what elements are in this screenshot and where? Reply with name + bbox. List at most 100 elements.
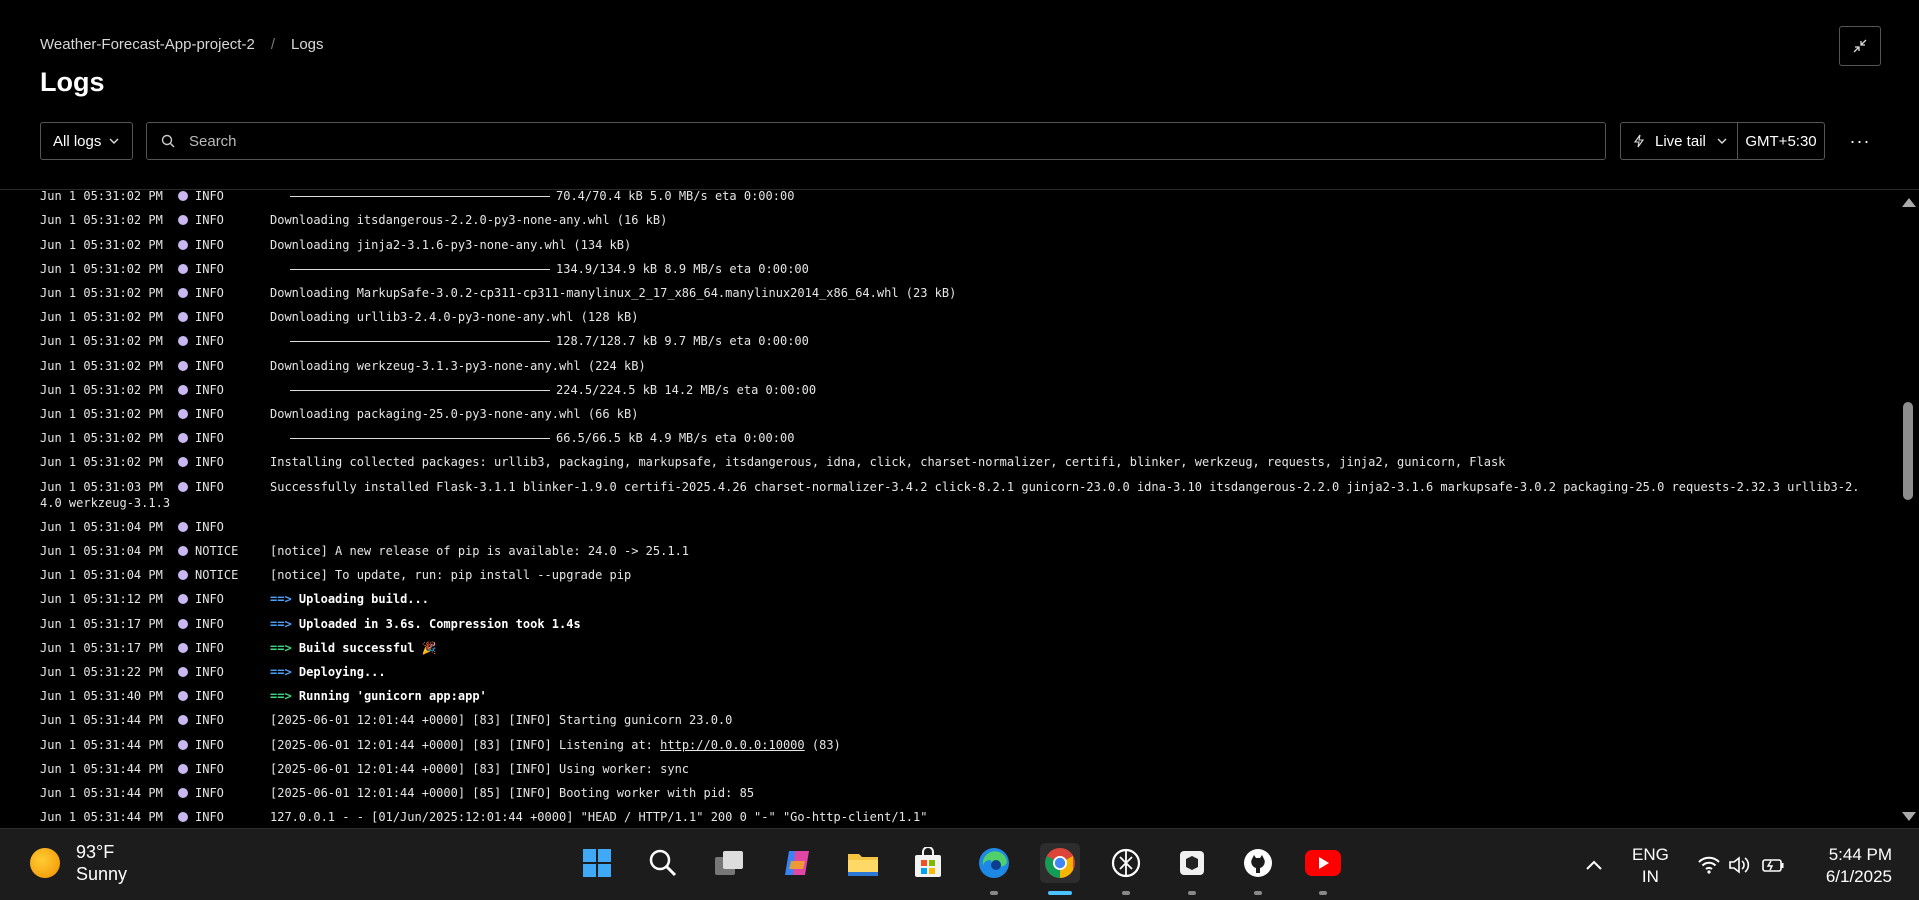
log-row[interactable]: Jun 1 05:31:02 PM INFO Downloading werkzeu…: [0, 355, 1895, 379]
log-timestamp: Jun 1 05:31:12 PM: [40, 592, 163, 607]
search-input[interactable]: [187, 131, 1591, 151]
log-message: [2025-06-01 12:01:44 +0000] [85] [INFO] …: [270, 786, 755, 800]
log-level: INFO: [195, 713, 224, 728]
log-row[interactable]: Jun 1 05:31:02 PM INFO Downloading packagi…: [0, 403, 1895, 427]
log-level: INFO: [195, 519, 224, 534]
log-row[interactable]: Jun 1 05:31:02 PM INFO Installing collecte…: [0, 451, 1895, 475]
info-icon: [178, 239, 188, 250]
log-timestamp: Jun 1 05:31:04 PM: [40, 568, 163, 583]
log-row[interactable]: Jun 1 05:31:17 PM INFO ==> Build successfu…: [0, 637, 1895, 661]
log-row[interactable]: Jun 1 05:31:40 PM INFO ==> Running 'gunico…: [0, 685, 1895, 709]
live-tail-label: Live tail: [1655, 132, 1706, 150]
show-hidden-icons-button[interactable]: [1585, 829, 1603, 900]
log-filter-dropdown[interactable]: All logs: [40, 122, 133, 160]
breadcrumb: Weather-Forecast-App-project-2 / Logs: [40, 36, 324, 53]
log-row[interactable]: Jun 1 05:31:02 PM INFO 128.7/128.7 kB 9.7 …: [0, 330, 1895, 354]
log-link[interactable]: http://0.0.0.0:10000: [660, 738, 805, 752]
log-row[interactable]: Jun 1 05:31:02 PM INFO Downloading jinja2-…: [0, 234, 1895, 258]
scroll-down-icon[interactable]: [1902, 812, 1916, 821]
task-view-icon[interactable]: [709, 843, 749, 883]
log-level: INFO: [195, 358, 224, 373]
file-explorer-icon[interactable]: [843, 843, 883, 883]
log-row[interactable]: Jun 1 05:31:44 PM INFO [2025-06-01 12:01:4…: [0, 758, 1895, 782]
wifi-icon[interactable]: [1697, 829, 1721, 900]
app-box-icon[interactable]: [1172, 843, 1212, 883]
github-icon[interactable]: [1238, 843, 1278, 883]
log-level: INFO: [195, 407, 224, 421]
log-row[interactable]: Jun 1 05:31:02 PM INFO Downloading itsdang…: [0, 209, 1895, 233]
log-message: [notice] To update, run: pip install --u…: [270, 568, 632, 583]
log-row[interactable]: Jun 1 05:31:04 PM NOTICE [notice] A new re…: [0, 540, 1895, 564]
live-tail-dropdown[interactable]: Live tail: [1621, 123, 1738, 159]
log-timestamp: Jun 1 05:31:02 PM: [40, 431, 163, 446]
scrollbar-thumb[interactable]: [1903, 402, 1913, 500]
battery-icon[interactable]: [1760, 829, 1786, 900]
log-row[interactable]: Jun 1 05:31:44 PM INFO [2025-06-01 12:01:4…: [0, 782, 1895, 806]
log-message: [2025-06-01 12:01:44 +0000] [83] [INFO] …: [270, 738, 841, 752]
info-icon: [178, 481, 188, 492]
system-clock[interactable]: 5:44 PM 6/1/2025: [1806, 844, 1892, 888]
log-row[interactable]: Jun 1 05:31:12 PM INFO ==> Uploading build…: [0, 588, 1895, 612]
log-row[interactable]: Jun 1 05:31:02 PM INFO 134.9/134.9 kB 8.9 …: [0, 258, 1895, 282]
info-icon: [178, 215, 188, 226]
deploy-status-text: Deploying...: [298, 665, 386, 679]
timezone-button[interactable]: GMT+5:30: [1738, 133, 1824, 150]
microsoft-store-icon[interactable]: [908, 843, 948, 883]
log-row[interactable]: Jun 1 05:31:02 PM INFO 66.5/66.5 kB 4.9 MB…: [0, 427, 1895, 451]
copilot-icon[interactable]: [777, 843, 817, 883]
log-message: ==> Uploading build...: [270, 592, 429, 606]
log-timestamp: Jun 1 05:31:40 PM: [40, 689, 163, 704]
log-row[interactable]: Jun 1 05:31:22 PM INFO ==> Deploying...: [0, 661, 1895, 685]
breadcrumb-project-link[interactable]: Weather-Forecast-App-project-2: [40, 36, 255, 53]
log-message-continuation: 4.0 werkzeug-3.1.3: [40, 495, 171, 510]
log-row[interactable]: Jun 1 05:31:02 PM INFO 70.4/70.4 kB 5.0 MB…: [0, 185, 1895, 209]
log-level: INFO: [195, 455, 224, 470]
chatgpt-icon[interactable]: [1106, 843, 1146, 883]
log-row[interactable]: Jun 1 05:31:44 PM INFO [2025-06-01 12:01:4…: [0, 709, 1895, 733]
log-message: Downloading urllib3-2.4.0-py3-none-any.w…: [270, 310, 639, 325]
log-timestamp: Jun 1 05:31:02 PM: [40, 407, 163, 421]
scrollbar[interactable]: [1898, 192, 1916, 828]
log-row[interactable]: Jun 1 05:31:02 PM INFO Downloading MarkupS…: [0, 282, 1895, 306]
log-level: INFO: [195, 431, 224, 446]
info-icon: [178, 360, 188, 371]
edge-running-indicator: [990, 891, 998, 895]
log-level: INFO: [195, 737, 224, 752]
log-message: ==> Uploaded in 3.6s. Compression took 1…: [270, 617, 581, 631]
download-progress-bar: [290, 196, 550, 198]
log-row[interactable]: Jun 1 05:31:44 PM INFO 127.0.0.1 - - [01/J…: [0, 806, 1895, 828]
edge-icon[interactable]: [974, 843, 1014, 883]
log-message: [2025-06-01 12:01:44 +0000] [83] [INFO] …: [270, 713, 733, 728]
chrome-icon[interactable]: [1040, 843, 1080, 883]
info-icon: [178, 433, 188, 444]
app-box-running-indicator: [1188, 891, 1196, 895]
log-message: Installing collected packages: urllib3, …: [270, 455, 1506, 470]
language-indicator[interactable]: ENG IN: [1632, 844, 1669, 888]
log-row[interactable]: Jun 1 05:31:44 PM INFO [2025-06-01 12:01:4…: [0, 734, 1895, 758]
log-level: INFO: [195, 189, 224, 204]
log-level: INFO: [195, 334, 224, 349]
search-icon[interactable]: [643, 843, 683, 883]
volume-icon[interactable]: [1728, 829, 1752, 900]
log-row[interactable]: Jun 1 05:31:17 PM INFO ==> Uploaded in 3.6…: [0, 613, 1895, 637]
clock-time: 5:44 PM: [1828, 845, 1892, 864]
scroll-up-icon[interactable]: [1902, 198, 1916, 207]
log-message: [notice] A new release of pip is availab…: [270, 544, 690, 558]
collapse-button[interactable]: [1839, 26, 1881, 66]
info-icon: [178, 691, 188, 702]
log-row[interactable]: Jun 1 05:31:02 PM INFO Downloading urllib3…: [0, 306, 1895, 330]
download-progress-text: 224.5/224.5 kB 14.2 MB/s eta 0:00:00: [556, 382, 817, 397]
log-message-prefix: [2025-06-01 12:01:44 +0000] [83] [INFO] …: [270, 737, 661, 752]
more-options-button[interactable]: ···: [1845, 122, 1875, 160]
info-icon: [178, 642, 188, 653]
youtube-icon[interactable]: [1303, 843, 1343, 883]
windows-start-icon[interactable]: [577, 843, 617, 883]
weather-widget[interactable]: 93°F Sunny: [30, 841, 127, 885]
log-row[interactable]: Jun 1 05:31:04 PM INFO: [0, 516, 1895, 540]
log-level: INFO: [195, 810, 224, 825]
log-row[interactable]: Jun 1 05:31:03 PM INFO Successfully instal…: [0, 476, 1895, 516]
log-row[interactable]: Jun 1 05:31:04 PM NOTICE [notice] To updat…: [0, 564, 1895, 588]
log-message: Downloading itsdangerous-2.2.0-py3-none-…: [270, 213, 668, 228]
log-level: INFO: [195, 689, 224, 704]
log-row[interactable]: Jun 1 05:31:02 PM INFO 224.5/224.5 kB 14.2…: [0, 379, 1895, 403]
